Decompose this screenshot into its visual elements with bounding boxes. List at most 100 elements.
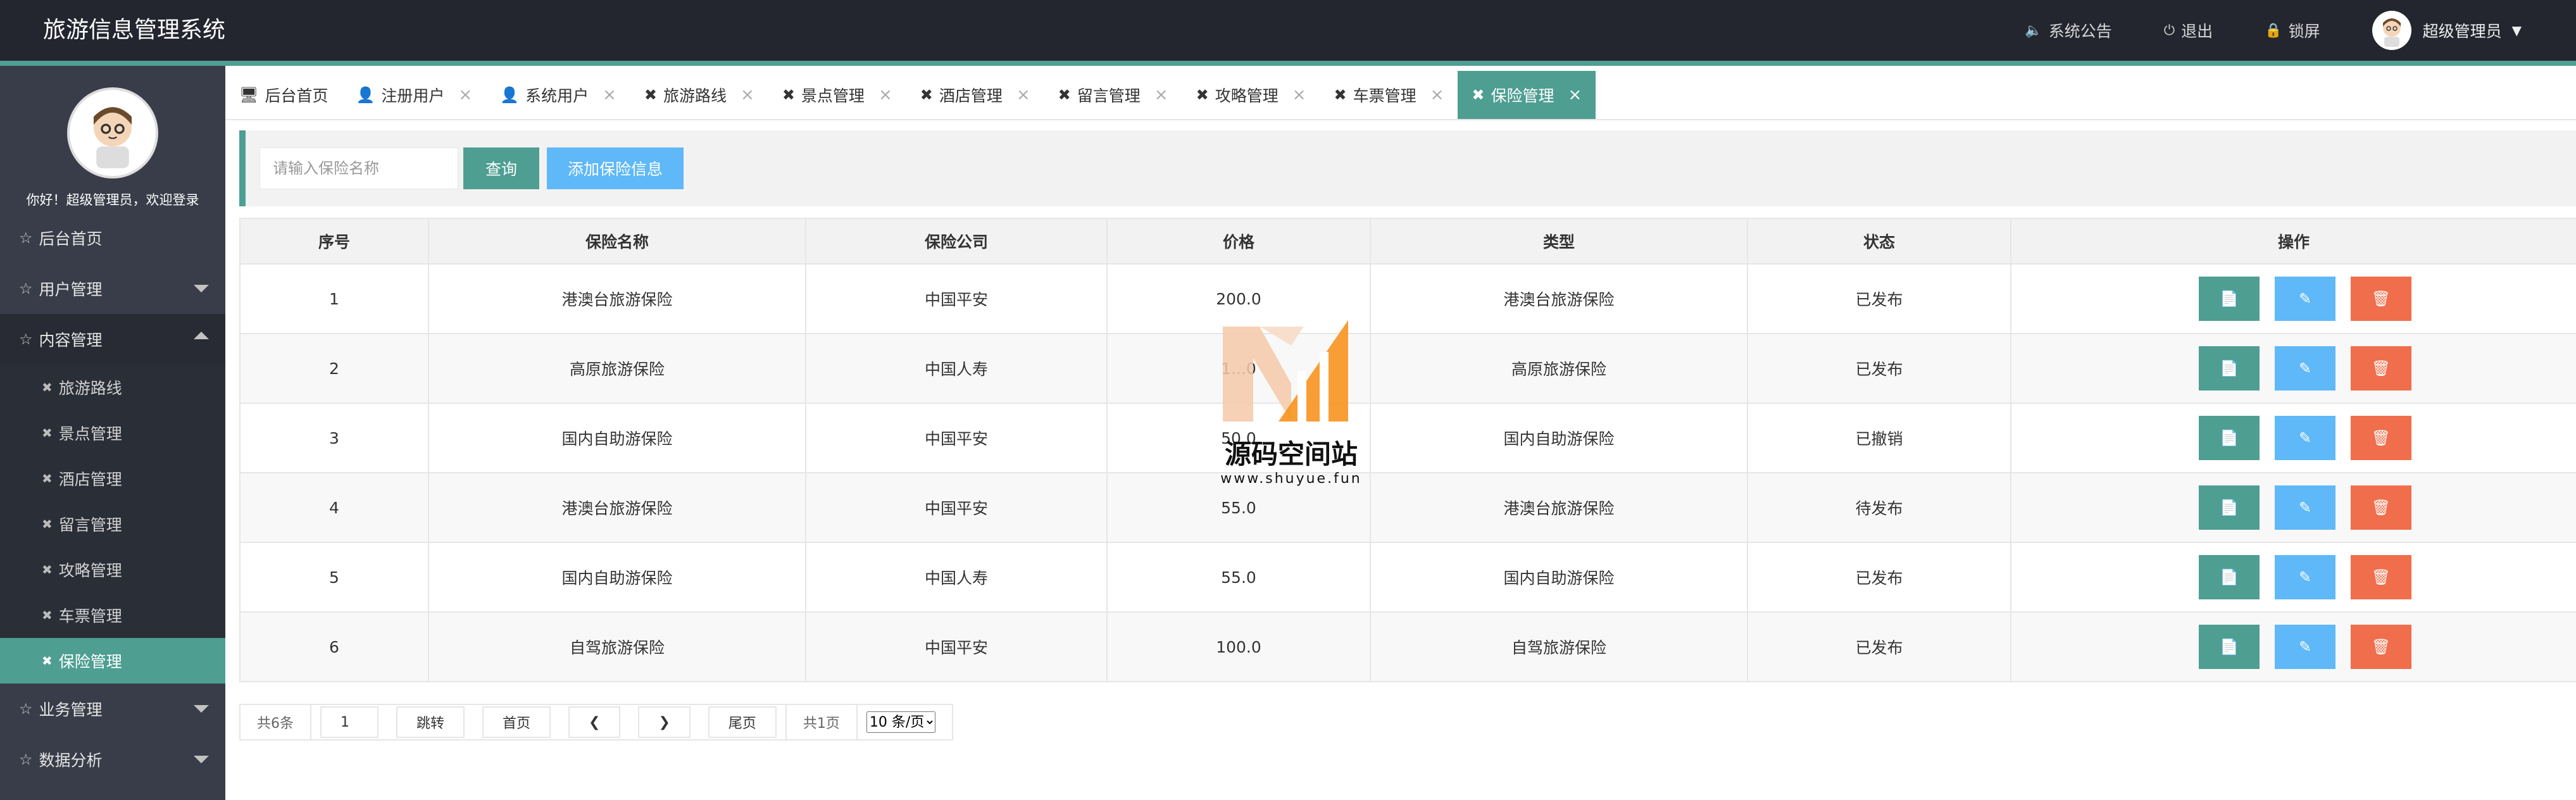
sidebar-item-guide[interactable]: ✖ 攻略管理 xyxy=(0,547,225,592)
delete-button[interactable]: 🗑 xyxy=(2351,625,2411,669)
edit-button[interactable]: ✎ xyxy=(2275,485,2335,530)
table-cell: 已发布 xyxy=(1747,263,2011,334)
delete-button[interactable]: 🗑 xyxy=(2351,277,2411,321)
close-icon[interactable]: × xyxy=(1568,85,1582,104)
sidebar-item-label: 后台首页 xyxy=(39,230,103,248)
close-icon[interactable]: × xyxy=(1016,85,1030,104)
sidebar-item-content-mgmt[interactable]: ☆ 内容管理 xyxy=(0,314,225,365)
close-icon[interactable]: × xyxy=(878,85,892,104)
edit-button[interactable]: ✎ xyxy=(2275,346,2335,391)
delete-button[interactable]: 🗑 xyxy=(2351,346,2411,391)
page-count: 共1页 xyxy=(785,705,858,739)
page-number-input[interactable] xyxy=(320,706,378,738)
search-input[interactable] xyxy=(259,147,458,189)
action-group: 📄 ✎ 🗑 xyxy=(2011,346,2576,391)
tab-insurance[interactable]: ✖ 保险管理 × xyxy=(1458,71,1596,119)
edit-button[interactable]: ✎ xyxy=(2275,625,2335,669)
row-actions: 📄 ✎ 🗑 xyxy=(2010,542,2576,613)
sidebar-item-insurance[interactable]: ✖ 保险管理 xyxy=(0,638,225,684)
table-cell: 港澳台旅游保险 xyxy=(428,472,806,543)
pencil-icon: ✎ xyxy=(2298,359,2312,377)
tab-ticket[interactable]: ✖ 车票管理 × xyxy=(1320,71,1458,119)
document-icon: 📄 xyxy=(2220,290,2239,308)
avatar xyxy=(2372,11,2411,50)
delete-button[interactable]: 🗑 xyxy=(2351,416,2411,460)
view-button[interactable]: 📄 xyxy=(2199,555,2260,599)
sidebar-item-message[interactable]: ✖ 留言管理 xyxy=(0,501,225,547)
edit-button[interactable]: ✎ xyxy=(2275,416,2335,460)
table-cell: 55.0 xyxy=(1106,542,1371,613)
view-button[interactable]: 📄 xyxy=(2199,416,2260,460)
last-page-button[interactable]: 尾页 xyxy=(708,706,777,738)
sidebar-item-business[interactable]: ☆ 业务管理 xyxy=(0,684,225,734)
view-button[interactable]: 📄 xyxy=(2199,485,2260,530)
row-actions: 📄 ✎ 🗑 xyxy=(2010,263,2576,334)
tab-registered-users[interactable]: 👤 注册用户 × xyxy=(342,71,486,119)
content-submenu: ✖ 旅游路线 ✖ 景点管理 ✖ 酒店管理 ✖ 留言管理 ✖ 攻略管理 ✖ 车票管理 ✖ 保险管… xyxy=(0,365,225,684)
tab-guide[interactable]: ✖ 攻略管理 × xyxy=(1182,71,1320,119)
tab-scenic[interactable]: ✖ 景点管理 × xyxy=(768,71,906,119)
tool-icon: ✖ xyxy=(42,425,53,441)
sidebar-item-user-mgmt[interactable]: ☆ 用户管理 xyxy=(0,263,225,314)
tab-home[interactable]: 🖥 后台首页 xyxy=(225,71,342,119)
close-icon[interactable]: × xyxy=(458,85,472,104)
tab-hotel[interactable]: ✖ 酒店管理 × xyxy=(906,71,1044,119)
close-icon[interactable]: × xyxy=(1154,85,1168,104)
sidebar-item-analysis[interactable]: ☆ 数据分析 xyxy=(0,734,225,785)
sidebar-item-home[interactable]: ☆ 后台首页 xyxy=(0,213,225,263)
edit-button[interactable]: ✎ xyxy=(2275,555,2335,599)
sidebar-item-ticket[interactable]: ✖ 车票管理 xyxy=(0,592,225,638)
close-icon[interactable]: × xyxy=(741,85,754,104)
prev-page-button[interactable]: ❮ xyxy=(568,706,621,738)
chevron-down-icon xyxy=(194,285,209,292)
action-group: 📄 ✎ 🗑 xyxy=(2011,555,2576,599)
column-header: 序号 xyxy=(239,218,429,265)
announcement-link[interactable]: 🔈 系统公告 xyxy=(2025,19,2111,42)
next-page-button[interactable]: ❯ xyxy=(638,706,691,738)
sidebar-item-hotel[interactable]: ✖ 酒店管理 xyxy=(0,456,225,501)
close-icon[interactable]: × xyxy=(1430,85,1444,104)
lock-screen-link[interactable]: 🔒 锁屏 xyxy=(2265,19,2320,42)
delete-button[interactable]: 🗑 xyxy=(2351,555,2411,599)
table-cell: 4 xyxy=(239,472,429,543)
add-insurance-button[interactable]: 添加保险信息 xyxy=(547,147,684,189)
per-page-select[interactable]: 10 条/页 xyxy=(866,711,935,733)
tool-icon: ✖ xyxy=(42,516,53,532)
column-header: 保险名称 xyxy=(428,218,806,265)
tab-message[interactable]: ✖ 留言管理 × xyxy=(1044,71,1182,119)
user-icon: 👤 xyxy=(356,86,375,104)
tab-label: 注册用户 xyxy=(381,87,445,105)
view-button[interactable]: 📄 xyxy=(2199,625,2260,669)
view-button[interactable]: 📄 xyxy=(2199,277,2260,321)
table-cell: 5 xyxy=(239,542,429,613)
close-icon[interactable]: × xyxy=(603,85,616,104)
search-toolbar: 查询 添加保险信息 xyxy=(239,130,2576,206)
close-icon[interactable]: × xyxy=(1292,85,1306,104)
table-row: 3 国内自助游保险 中国平安 50.0 国内自助游保险 已撤销 📄 ✎ 🗑 xyxy=(239,403,2576,473)
trash-icon: 🗑 xyxy=(2371,429,2391,447)
trash-icon: 🗑 xyxy=(2371,568,2391,586)
pencil-icon: ✎ xyxy=(2298,638,2312,656)
tool-icon: ✖ xyxy=(42,653,53,668)
sidebar-item-scenic[interactable]: ✖ 景点管理 xyxy=(0,410,225,456)
edit-button[interactable]: ✎ xyxy=(2275,277,2335,321)
jump-button[interactable]: 跳转 xyxy=(396,706,465,738)
table-cell: 中国平安 xyxy=(805,611,1108,682)
query-button[interactable]: 查询 xyxy=(463,147,539,189)
view-button[interactable]: 📄 xyxy=(2199,346,2260,391)
welcome-text: 你好！超级管理员，欢迎登录 xyxy=(26,192,199,208)
document-icon: 📄 xyxy=(2220,359,2239,377)
table-row: 1 港澳台旅游保险 中国平安 200.0 港澳台旅游保险 已发布 📄 ✎ 🗑 xyxy=(239,263,2576,334)
sidebar-item-routes[interactable]: ✖ 旅游路线 xyxy=(0,365,225,410)
tool-icon: ✖ xyxy=(42,562,53,577)
delete-button[interactable]: 🗑 xyxy=(2351,485,2411,530)
top-nav: 🔈 系统公告 ⏻ 退出 🔒 锁屏 超级管理员 ▼ xyxy=(2025,0,2576,61)
tab-system-users[interactable]: 👤 系统用户 × xyxy=(486,71,630,119)
sidebar-item-label: 旅游路线 xyxy=(58,379,122,397)
user-menu[interactable]: 超级管理员 ▼ xyxy=(2372,11,2522,50)
logout-link[interactable]: ⏻ 退出 xyxy=(2164,19,2213,42)
tab-label: 后台首页 xyxy=(265,87,328,105)
first-page-button[interactable]: 首页 xyxy=(482,706,551,738)
tab-routes[interactable]: ✖ 旅游路线 × xyxy=(630,71,768,119)
power-icon: ⏻ xyxy=(2163,22,2175,39)
